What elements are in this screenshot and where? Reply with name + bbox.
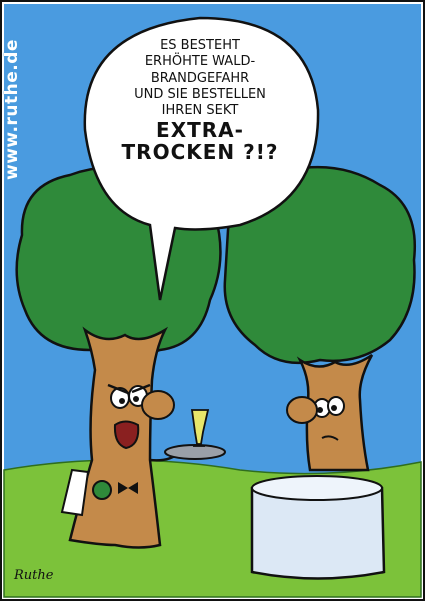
- speech-emphasis-line: TROCKEN ?!?: [121, 140, 279, 165]
- waiter-leaf-hand: [92, 480, 112, 500]
- waiter-nose: [141, 390, 175, 420]
- speech-emphasis-line: EXTRA-: [156, 118, 244, 143]
- serving-tray: [164, 444, 226, 460]
- speech-bubble-text: Es besteht erhöhte Wald- brandgefahr und…: [95, 38, 305, 163]
- comic-panel: www.ruthe.de Es besteht erhöhte Wald- br…: [0, 0, 425, 601]
- customer-nose: [286, 396, 318, 424]
- speech-line: Es besteht: [160, 38, 240, 53]
- speech-line: erhöhte Wald-: [144, 54, 256, 70]
- waiter-mouth: [113, 420, 140, 450]
- speech-line: und Sie bestellen: [134, 86, 266, 102]
- artist-signature: Ruthe: [14, 568, 54, 583]
- speech-line: brandgefahr: [150, 70, 250, 86]
- website-watermark: www.ruthe.de: [2, 39, 22, 181]
- speech-line: Ihren Sekt: [161, 103, 239, 118]
